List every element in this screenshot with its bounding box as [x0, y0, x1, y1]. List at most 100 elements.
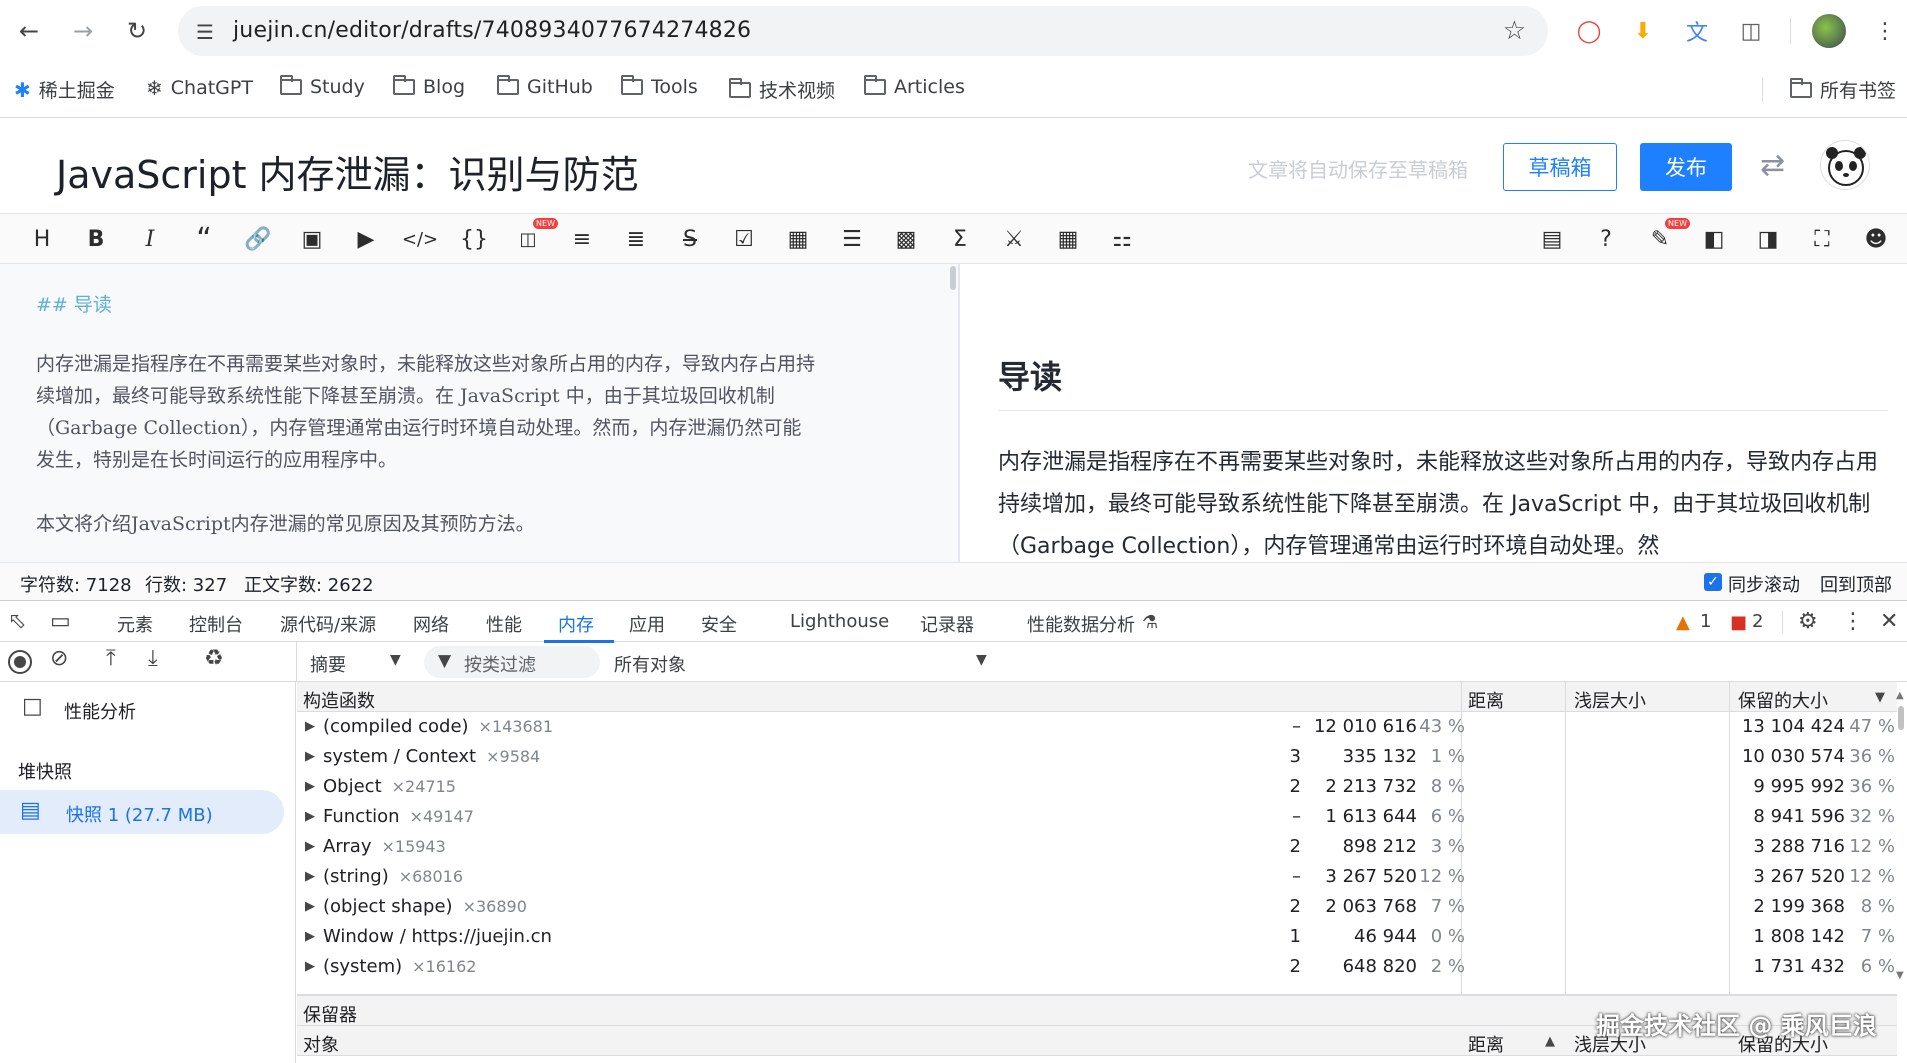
snapshot-item[interactable]: ▤ 快照 1 (27.7 MB) — [0, 790, 284, 834]
bookmark-chatgpt[interactable]: ❄ ChatGPT — [146, 76, 253, 100]
switch-editor-icon[interactable]: ⇄ — [1760, 148, 1785, 183]
tab-console[interactable]: 控制台 — [189, 611, 243, 637]
chevron-down-icon[interactable]: ▼ — [390, 652, 401, 668]
bookmark-juejin[interactable]: ✱ 稀土掘金 — [14, 76, 115, 103]
outline-icon[interactable]: ▤ — [1534, 222, 1570, 256]
editor-only-icon[interactable]: ◨ — [1750, 222, 1786, 256]
bold-icon[interactable]: B — [78, 222, 114, 256]
table-row[interactable]: ▶ Array ×15943 2 898 212 3 % 3 288 716 12 % — [297, 832, 1897, 862]
expand-triangle-icon[interactable]: ▶ — [305, 809, 315, 824]
editor-scrollbar[interactable] — [950, 266, 956, 290]
bookmark-study[interactable]: Study — [280, 75, 365, 98]
puzzle-icon[interactable]: ◫ — [1736, 16, 1766, 46]
fullscreen-icon[interactable]: ⛶ — [1804, 222, 1840, 256]
drafts-button[interactable]: 草稿箱 — [1503, 143, 1617, 191]
back-arrow-icon[interactable]: ← — [12, 14, 46, 48]
code-block-icon[interactable]: {} — [456, 222, 492, 256]
column-constructor[interactable]: 构造函数 — [303, 687, 375, 713]
table-scrollbar[interactable]: ▲ ▼ — [1896, 690, 1906, 990]
expand-triangle-icon[interactable]: ▶ — [305, 929, 315, 944]
image-icon[interactable]: ▣ — [294, 222, 330, 256]
profile-avatar[interactable] — [1812, 14, 1846, 48]
table-row[interactable]: ▶ Function ×49147 – 1 613 644 6 % 8 941 596 32 … — [297, 802, 1897, 832]
column-object[interactable]: 对象 — [303, 1031, 339, 1057]
table-row[interactable]: ▶ Window / https://juejin.cn 1 46 944 0 % 1 8… — [297, 922, 1897, 952]
extension-circle-icon[interactable]: ◯ — [1574, 16, 1604, 46]
help-icon[interactable]: ? — [1588, 222, 1624, 256]
bookmark-star-icon[interactable]: ☆ — [1503, 16, 1526, 46]
tab-recorder[interactable]: 记录器 — [920, 611, 974, 637]
bookmark-tech-videos[interactable]: 技术视频 — [729, 76, 835, 103]
translate-icon[interactable]: 文 — [1682, 16, 1712, 46]
load-profile-icon[interactable]: ⤒ — [106, 646, 116, 671]
table-row[interactable]: ▶ Object ×24715 2 2 213 732 8 % 9 995 992 36 % — [297, 772, 1897, 802]
bookmark-github[interactable]: GitHub — [497, 75, 593, 98]
plugin-icon[interactable]: ✎ NEW — [1642, 218, 1690, 256]
align-icon[interactable]: ☰ — [834, 222, 870, 256]
link-icon[interactable]: 🔗 — [240, 222, 276, 256]
record-icon[interactable] — [8, 650, 32, 674]
tab-lighthouse[interactable]: Lighthouse — [790, 611, 889, 632]
table-row[interactable]: ▶ system / Context ×9584 3 335 132 1 % 10 030 … — [297, 742, 1897, 772]
save-profile-icon[interactable]: ⤓ — [148, 646, 158, 671]
column-retained-size[interactable]: 保留的大小 — [1738, 687, 1828, 713]
code-icon[interactable]: </> — [402, 222, 438, 256]
chevron-down-icon[interactable]: ▼ — [976, 652, 987, 668]
github-icon[interactable]: ☻ — [1858, 222, 1894, 256]
unordered-list-icon[interactable]: ≡ — [564, 222, 600, 256]
table-row[interactable]: ▶ (string) ×68016–3 267 520 12 % 3 267 520 12… — [297, 862, 1897, 892]
settings-gear-icon[interactable]: ⚙ — [1798, 609, 1818, 634]
inspect-element-icon[interactable]: ⬁ — [8, 609, 26, 634]
table-row[interactable]: ▶ (object shape) ×36890 2 2 063 768 7 % 2 199 … — [297, 892, 1897, 922]
lock-icon[interactable]: ⚏ — [1104, 222, 1140, 256]
expand-triangle-icon[interactable]: ▶ — [305, 959, 315, 974]
view-select[interactable]: 摘要 — [310, 651, 346, 677]
objects-select[interactable]: 所有对象 — [614, 651, 686, 677]
back-to-top-link[interactable]: 回到顶部 — [1820, 571, 1892, 597]
tab-elements[interactable]: 元素 — [117, 611, 153, 637]
tab-memory[interactable]: 内存 — [558, 611, 594, 637]
image-resize-icon[interactable]: ▩ — [888, 222, 924, 256]
site-info-icon[interactable]: ☰ — [196, 20, 214, 44]
diagram-icon[interactable]: ⚔ — [996, 222, 1032, 256]
task-list-icon[interactable]: ☑ — [726, 222, 762, 256]
tab-security[interactable]: 安全 — [701, 611, 737, 637]
column-distance[interactable]: 距离 — [1468, 1031, 1504, 1057]
clear-icon[interactable]: ⊘ — [50, 646, 68, 671]
column-shallow-size[interactable]: 浅层大小 — [1574, 687, 1646, 713]
scroll-down-icon[interactable]: ▼ — [1896, 970, 1904, 981]
warning-icon[interactable]: ▲ — [1676, 612, 1690, 633]
embed-icon[interactable]: ◫ NEW — [510, 218, 558, 256]
article-title-input[interactable]: JavaScript 内存泄漏：识别与防范 — [56, 144, 639, 199]
table-row[interactable]: ▶ (system) ×16162 2 648 820 2 % 1 731 432 6 % — [297, 952, 1897, 982]
error-icon[interactable]: ■ — [1730, 612, 1747, 633]
close-devtools-icon[interactable]: ✕ — [1880, 609, 1898, 634]
all-bookmarks[interactable]: 所有书签 — [1790, 76, 1896, 103]
expand-triangle-icon[interactable]: ▶ — [305, 839, 315, 854]
expand-triangle-icon[interactable]: ▶ — [305, 779, 315, 794]
table-icon[interactable]: ▦ — [780, 222, 816, 256]
expand-triangle-icon[interactable]: ▶ — [305, 869, 315, 884]
tab-sources[interactable]: 源代码/来源 — [280, 611, 376, 637]
bookmark-blog[interactable]: Blog — [393, 75, 465, 98]
bookmark-articles[interactable]: Articles — [864, 75, 965, 98]
menu-dots-icon[interactable]: ⋮ — [1868, 14, 1902, 48]
tab-performance-insights[interactable]: 性能数据分析 — [1027, 611, 1135, 637]
publish-button[interactable]: 发布 — [1640, 143, 1732, 191]
forward-arrow-icon[interactable]: → — [66, 14, 100, 48]
ordered-list-icon[interactable]: ≣ — [618, 222, 654, 256]
grid-icon[interactable]: ▦ — [1050, 222, 1086, 256]
scroll-up-icon[interactable]: ▲ — [1896, 690, 1904, 701]
tab-performance[interactable]: 性能 — [486, 611, 522, 637]
table-row[interactable]: ▶ (compiled code) ×143681 –12 010 616 43 % 13… — [297, 712, 1897, 742]
column-distance[interactable]: 距离 — [1468, 687, 1504, 713]
preview-only-icon[interactable]: ◧ — [1696, 222, 1732, 256]
devtools-menu-icon[interactable]: ⋮ — [1842, 609, 1864, 634]
expand-triangle-icon[interactable]: ▶ — [305, 719, 315, 734]
video-icon[interactable]: ▶ — [348, 222, 384, 256]
scroll-thumb[interactable] — [1898, 706, 1904, 730]
expand-triangle-icon[interactable]: ▶ — [305, 749, 315, 764]
tab-application[interactable]: 应用 — [629, 611, 665, 637]
expand-triangle-icon[interactable]: ▶ — [305, 899, 315, 914]
address-bar[interactable]: ☰ juejin.cn/editor/drafts/74089340776742… — [178, 6, 1548, 56]
